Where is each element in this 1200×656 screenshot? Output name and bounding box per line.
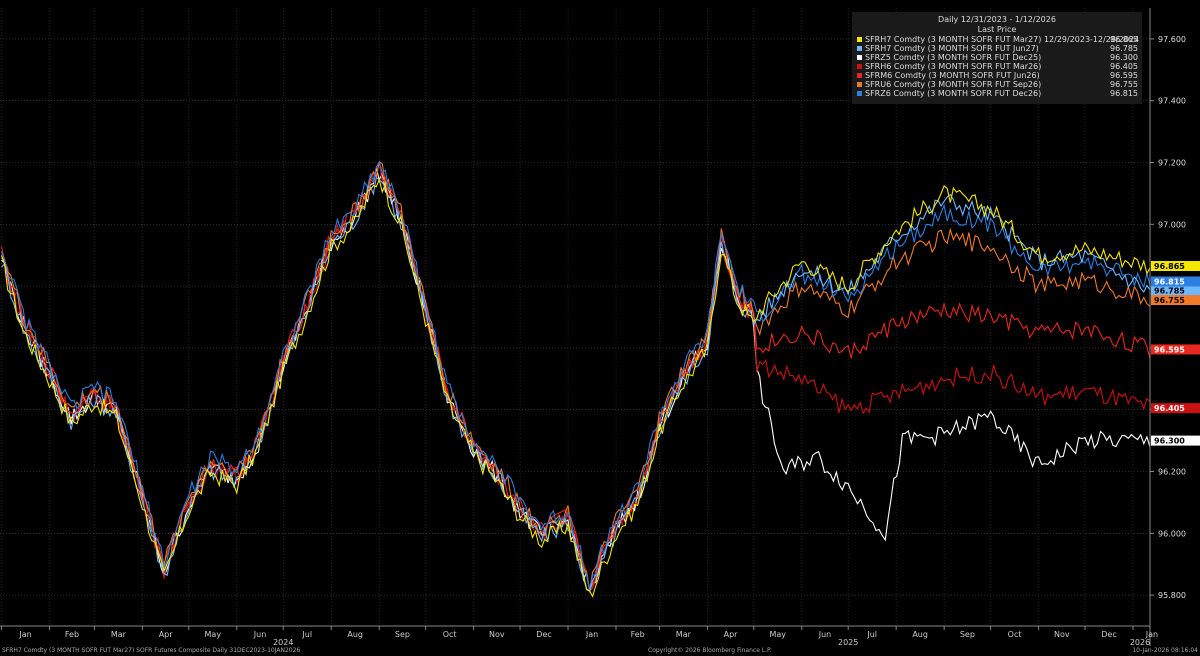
- x-tick-label: Dec: [1101, 630, 1116, 639]
- footer: SFRH7 Comdty (3 MONTH SOFR FUT Mar27) SO…: [0, 646, 1200, 656]
- last-price-label: 96.595: [1154, 345, 1185, 354]
- sofr-futures-chart: 95.80096.00096.20096.40096.60096.80097.0…: [0, 0, 1200, 646]
- legend-swatch: [857, 91, 862, 96]
- x-tick-label: Oct: [1008, 630, 1022, 639]
- x-tick-label: Mar: [676, 630, 692, 639]
- legend-series-name: SFRZ6 Comdty (3 MONTH SOFR FUT Dec26): [865, 89, 1041, 98]
- y-tick-label: 97.400: [1158, 97, 1186, 106]
- x-tick-label: Apr: [724, 630, 739, 639]
- x-tick-label: Nov: [1054, 630, 1070, 639]
- legend-series-value: 96.815: [1110, 89, 1138, 98]
- x-tick-label: Oct: [443, 630, 457, 639]
- last-price-label: 96.755: [1154, 296, 1185, 305]
- legend-series-name: SFRH7 Comdty (3 MONTH SOFR FUT Jun27): [865, 44, 1039, 53]
- x-year-label: 2026: [1130, 638, 1150, 646]
- x-year-label: 2025: [838, 638, 858, 646]
- last-price-label: 96.865: [1154, 262, 1185, 271]
- x-tick-label: Dec: [536, 630, 551, 639]
- y-tick-label: 97.200: [1158, 159, 1186, 168]
- legend-series-name: SFRU6 Comdty (3 MONTH SOFR FUT Sep26): [865, 80, 1041, 89]
- x-tick-label: Feb: [631, 630, 645, 639]
- last-price-label: 96.815: [1154, 277, 1185, 286]
- legend-series-value: 96.300: [1110, 53, 1138, 62]
- legend-title: Daily 12/31/2023 - 1/12/2026: [938, 15, 1056, 24]
- y-tick-label: 96.200: [1158, 468, 1186, 477]
- x-tick-label: Sep: [395, 630, 410, 639]
- x-tick-label: Jun: [818, 630, 832, 639]
- x-tick-label: Mar: [111, 630, 127, 639]
- footer-source: SFRH7 Comdty (3 MONTH SOFR FUT Mar27) SO…: [2, 647, 301, 654]
- last-price-label: 96.785: [1154, 287, 1185, 296]
- x-tick-label: Jun: [253, 630, 267, 639]
- x-tick-label: May: [205, 630, 222, 639]
- legend-series-name: SFRH7 Comdty (3 MONTH SOFR FUT Mar27) 12…: [865, 35, 1139, 44]
- last-price-label: 96.300: [1154, 437, 1185, 446]
- legend-series-name: SFRH6 Comdty (3 MONTH SOFR FUT Mar26): [865, 62, 1041, 71]
- x-tick-label: Apr: [159, 630, 174, 639]
- legend-subtitle: Last Price: [978, 25, 1017, 34]
- last-price-label: 96.405: [1154, 404, 1185, 413]
- x-year-label: 2024: [273, 638, 293, 646]
- y-tick-label: 95.800: [1158, 591, 1186, 600]
- legend-series-value: 96.595: [1110, 71, 1138, 80]
- legend-swatch: [857, 37, 862, 42]
- legend-series-value: 96.785: [1110, 44, 1138, 53]
- legend-swatch: [857, 82, 862, 87]
- x-tick-label: Jan: [18, 630, 31, 639]
- legend: Daily 12/31/2023 - 1/12/2026Last PriceSF…: [852, 12, 1142, 104]
- x-tick-label: Jan: [585, 630, 598, 639]
- x-tick-label: Feb: [65, 630, 79, 639]
- y-tick-label: 96.000: [1158, 529, 1186, 538]
- legend-series-name: SFRZ5 Comdty (3 MONTH SOFR FUT Dec25): [865, 53, 1041, 62]
- y-tick-label: 97.000: [1158, 220, 1186, 229]
- legend-swatch: [857, 73, 862, 78]
- legend-series-value: 96.865: [1110, 35, 1138, 44]
- legend-swatch: [857, 46, 862, 51]
- x-tick-label: Nov: [489, 630, 505, 639]
- x-tick-label: Jul: [866, 630, 877, 639]
- legend-series-value: 96.405: [1110, 62, 1138, 71]
- legend-swatch: [857, 64, 862, 69]
- x-tick-label: Aug: [912, 630, 928, 639]
- legend-swatch: [857, 55, 862, 60]
- legend-series-value: 96.755: [1110, 80, 1138, 89]
- footer-copyright: Copyright© 2026 Bloomberg Finance L.P.: [648, 647, 772, 654]
- legend-series-name: SFRM6 Comdty (3 MONTH SOFR FUT Jun26): [865, 71, 1040, 80]
- footer-timestamp: 10-Jan-2026 08:16:04: [1132, 647, 1198, 654]
- y-tick-label: 97.600: [1158, 35, 1186, 44]
- x-tick-label: Sep: [960, 630, 975, 639]
- x-tick-label: May: [769, 630, 786, 639]
- x-tick-label: Jul: [301, 630, 312, 639]
- x-tick-label: Aug: [347, 630, 363, 639]
